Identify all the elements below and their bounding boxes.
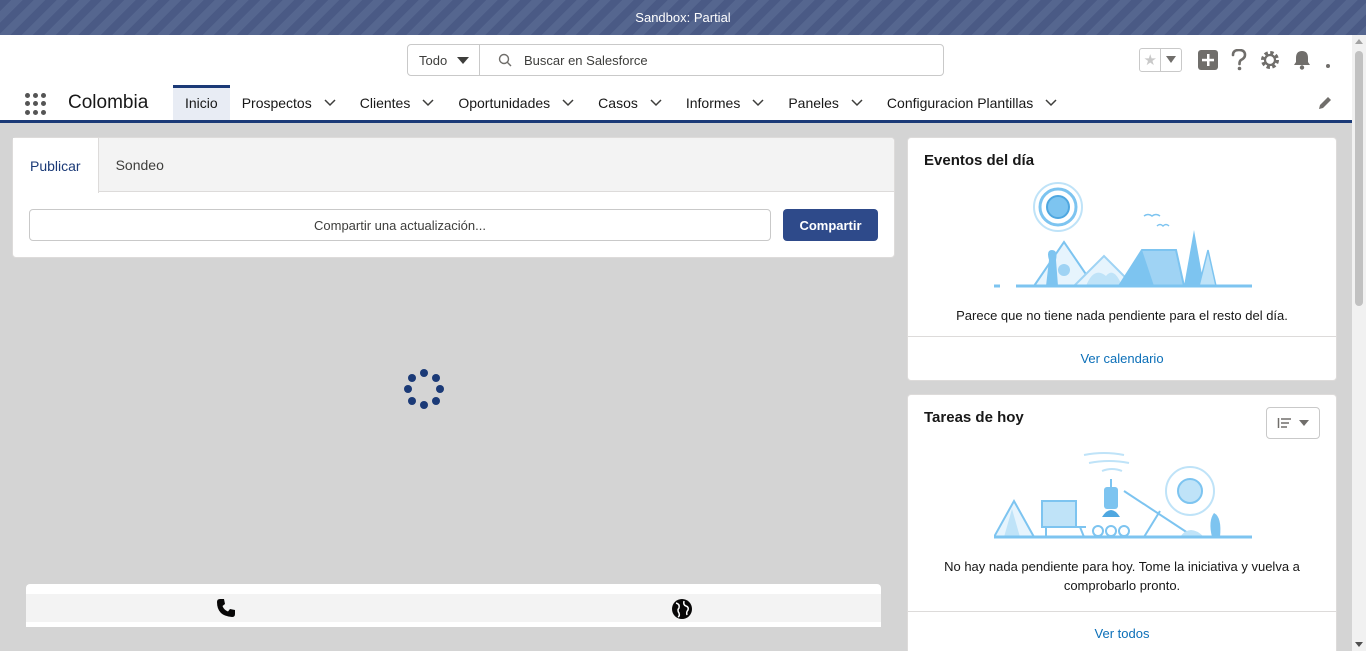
sandbox-banner: Sandbox: Partial [0, 0, 1366, 35]
tasks-card: Tareas de hoy No hay nada pendiente para… [907, 394, 1337, 651]
gear-icon[interactable] [1260, 50, 1280, 70]
utility-bar [26, 584, 881, 627]
nav-item-informes[interactable]: Informes [674, 85, 776, 120]
search-placeholder: Buscar en Salesforce [524, 52, 648, 68]
main-content: Publicar Sondeo Compartir una actualizac… [0, 123, 1352, 651]
card-title: Eventos del día [924, 152, 1035, 169]
sort-icon [1277, 418, 1291, 428]
tasks-message-line-1: No hay nada pendiente para hoy. Tome la … [944, 559, 1300, 574]
tasks-message-line-2: comprobarlo pronto. [1063, 578, 1181, 593]
add-icon[interactable] [1198, 50, 1218, 70]
bell-icon[interactable] [1292, 50, 1312, 70]
avatar[interactable] [1326, 64, 1330, 68]
publisher-tabs: Publicar Sondeo [13, 138, 894, 193]
app-launcher-icon[interactable] [25, 93, 47, 115]
chevron-down-icon[interactable] [851, 98, 863, 107]
view-calendar-link[interactable]: Ver calendario [908, 336, 1336, 380]
nav-item-label: Inicio [185, 94, 218, 111]
sort-tasks-button[interactable] [1266, 407, 1320, 439]
events-card: Eventos del día Parece que no tiene nada… [907, 137, 1337, 381]
help-icon[interactable] [1230, 49, 1248, 71]
events-empty-message: Parece que no tiene nada pendiente para … [956, 308, 1288, 323]
scroll-thumb[interactable] [1355, 51, 1363, 306]
sandbox-label: Sandbox: Partial [635, 10, 731, 25]
nav-item-label: Informes [685, 94, 741, 111]
share-update-input[interactable]: Compartir una actualización... [29, 209, 771, 241]
loading-spinner [404, 369, 444, 409]
chatter-publisher: Publicar Sondeo Compartir una actualizac… [12, 137, 895, 258]
tasks-empty-message: No hay nada pendiente para hoy. Tome la … [908, 557, 1336, 595]
chevron-down-icon[interactable] [422, 98, 434, 107]
scroll-up-arrow[interactable] [1355, 39, 1363, 44]
nav-item-prospectos[interactable]: Prospectos [230, 85, 348, 120]
chevron-down-icon [1166, 56, 1177, 63]
share-button[interactable]: Compartir [783, 209, 878, 241]
nav-item-label: Clientes [359, 94, 411, 111]
nav-item-label: Configuracion Plantillas [886, 94, 1034, 111]
phone-icon[interactable] [216, 598, 236, 623]
favorites-group: ★ [1139, 48, 1182, 72]
search-input[interactable]: Buscar en Salesforce [480, 45, 943, 75]
nav-item-label: Paneles [788, 94, 839, 111]
chevron-down-icon[interactable] [324, 98, 336, 107]
page-scrollbar[interactable] [1352, 35, 1366, 651]
globe-icon[interactable] [671, 598, 693, 625]
nav-item-label: Oportunidades [458, 94, 551, 111]
chevron-down-icon [457, 57, 469, 64]
tab-sondeo[interactable]: Sondeo [99, 138, 181, 192]
chevron-down-icon [1299, 419, 1309, 426]
search-icon [498, 53, 512, 67]
star-icon[interactable]: ★ [1140, 49, 1162, 71]
view-all-tasks-link[interactable]: Ver todos [908, 611, 1336, 651]
scroll-down-arrow[interactable] [1355, 642, 1363, 647]
camping-illustration [994, 182, 1252, 288]
utility-bar-items [26, 594, 881, 622]
app-name: Colombia [68, 92, 149, 113]
nav-tabs: Inicio Prospectos Clientes Oportunidades… [173, 85, 1069, 120]
favorites-menu-button[interactable] [1161, 49, 1181, 71]
search-scope-dropdown[interactable]: Todo [408, 45, 480, 75]
search-scope-label: Todo [419, 52, 448, 68]
app-navigation: Colombia Inicio Prospectos Clientes Opor… [0, 85, 1352, 123]
header-actions: ★ [1139, 48, 1330, 72]
chevron-down-icon[interactable] [562, 98, 574, 107]
campfire-illustration [994, 452, 1252, 539]
chevron-down-icon[interactable] [1045, 98, 1057, 107]
nav-item-label: Casos [598, 94, 638, 111]
nav-item-inicio[interactable]: Inicio [173, 85, 230, 120]
global-header: Todo Buscar en Salesforce ★ [0, 35, 1352, 85]
nav-item-oportunidades[interactable]: Oportunidades [446, 85, 586, 120]
nav-item-clientes[interactable]: Clientes [348, 85, 447, 120]
chevron-down-icon[interactable] [650, 98, 662, 107]
tab-publicar[interactable]: Publicar [13, 138, 99, 193]
edit-icon[interactable] [1318, 96, 1332, 115]
nav-item-configuracion-plantillas[interactable]: Configuracion Plantillas [875, 85, 1069, 120]
card-title: Tareas de hoy [924, 409, 1024, 426]
nav-item-label: Prospectos [241, 94, 312, 111]
nav-item-paneles[interactable]: Paneles [776, 85, 875, 120]
chevron-down-icon[interactable] [752, 98, 764, 107]
global-search: Todo Buscar en Salesforce [407, 44, 944, 76]
nav-item-casos[interactable]: Casos [586, 85, 674, 120]
